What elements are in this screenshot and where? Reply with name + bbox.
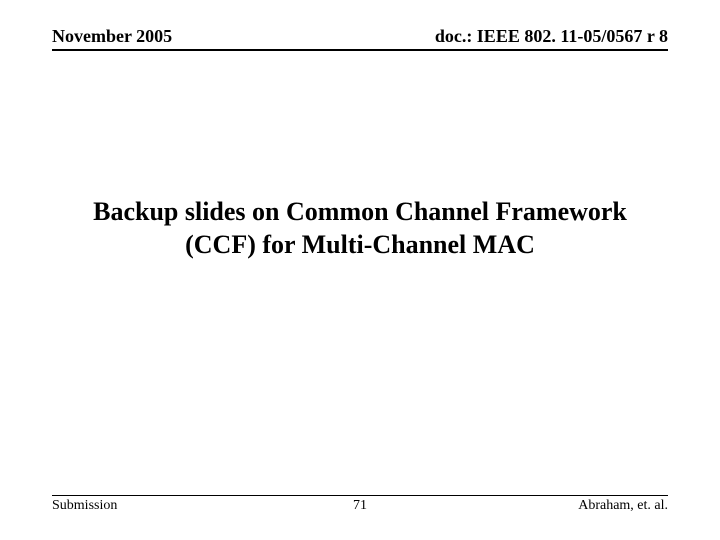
footer-rule (52, 495, 668, 496)
slide: November 2005 doc.: IEEE 802. 11-05/0567… (0, 0, 720, 540)
footer-left: Submission (52, 498, 117, 514)
slide-header: November 2005 doc.: IEEE 802. 11-05/0567… (52, 26, 668, 51)
title-line-1: Backup slides on Common Channel Framewor… (52, 196, 668, 229)
slide-title: Backup slides on Common Channel Framewor… (52, 196, 668, 261)
footer-page-number: 71 (52, 498, 668, 514)
footer-author: Abraham, et. al. (578, 498, 668, 514)
header-doc-ref: doc.: IEEE 802. 11-05/0567 r 8 (435, 26, 668, 47)
header-date: November 2005 (52, 26, 172, 47)
title-line-2: (CCF) for Multi-Channel MAC (52, 229, 668, 262)
slide-footer: Submission 71 Abraham, et. al. (52, 495, 668, 514)
footer-row: Submission 71 Abraham, et. al. (52, 498, 668, 514)
